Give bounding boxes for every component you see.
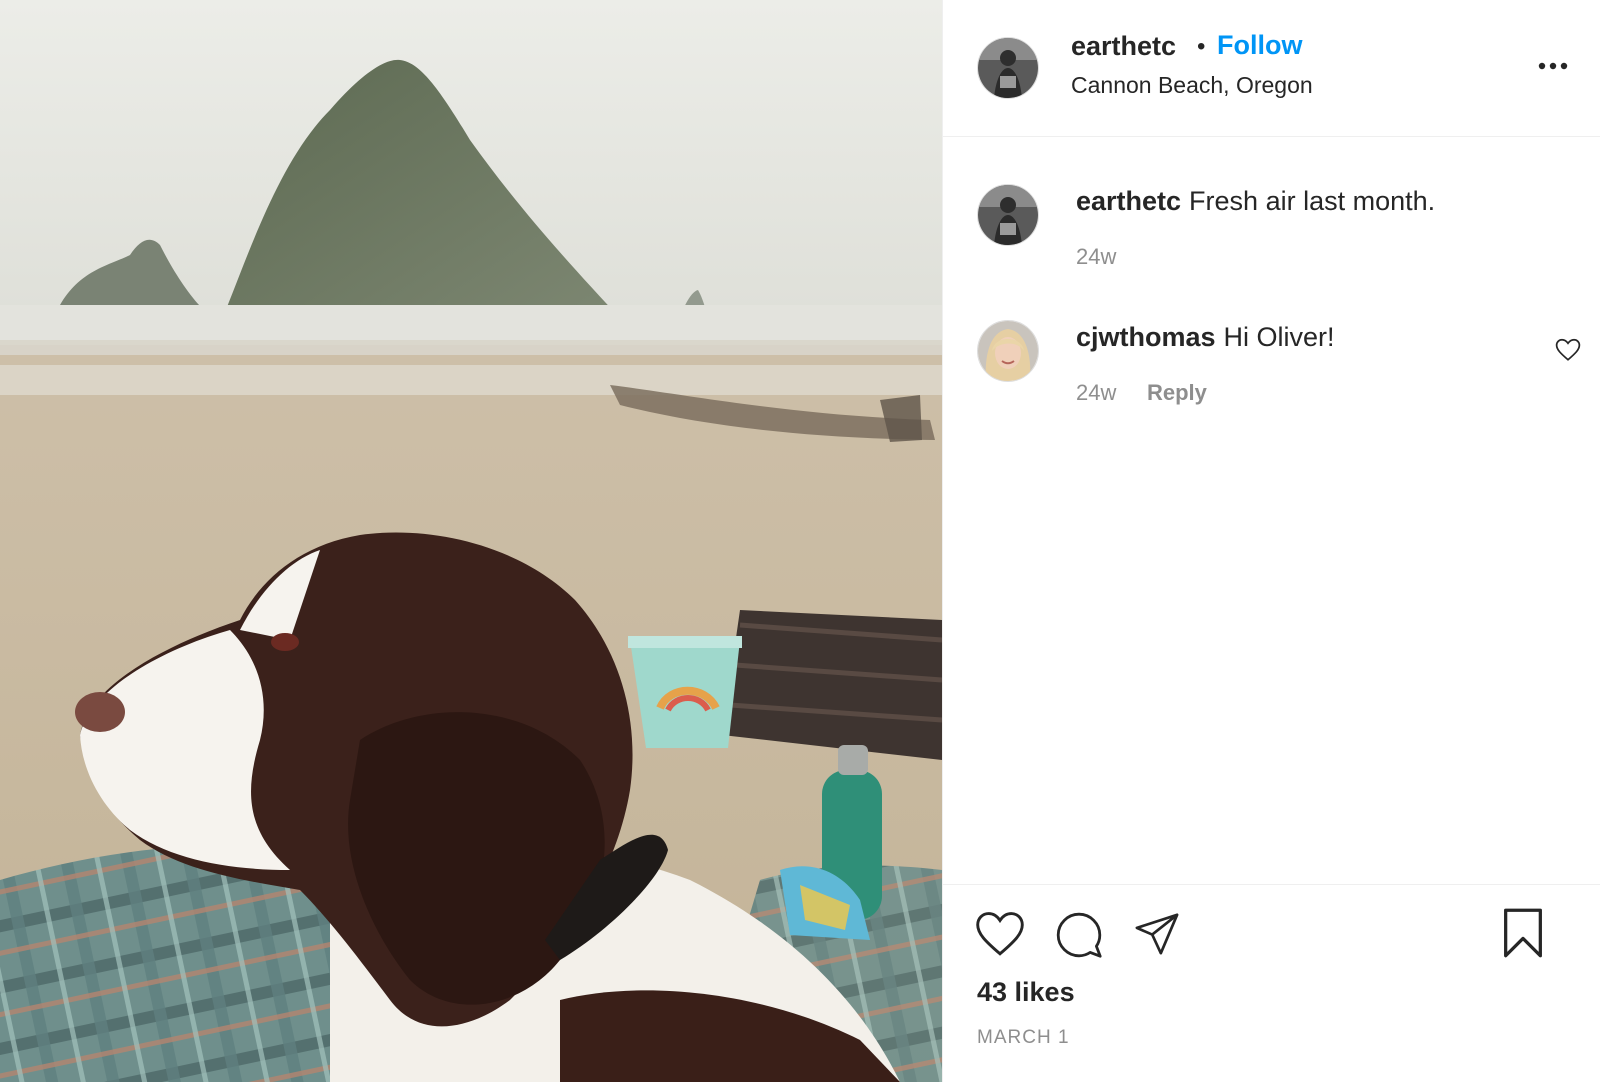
follow-button[interactable]: Follow (1217, 30, 1302, 61)
commenter-avatar[interactable] (977, 320, 1039, 382)
comment-icon[interactable] (1055, 911, 1103, 959)
caption-username[interactable]: earthetc (1076, 186, 1181, 216)
author-avatar-small[interactable] (977, 184, 1039, 246)
caption-age[interactable]: 24w (1076, 244, 1116, 270)
post-date[interactable]: MARCH 1 (977, 1027, 1070, 1049)
comment-age[interactable]: 24w (1076, 380, 1116, 406)
author-avatar[interactable] (977, 37, 1039, 99)
post-actions-footer: 43 likes MARCH 1 (943, 884, 1600, 1082)
beach-dog-photo (0, 0, 942, 1082)
author-avatar-image (978, 185, 1038, 245)
reply-button[interactable]: Reply (1147, 380, 1207, 406)
comment-body: Hi Oliver! (1223, 322, 1335, 352)
post-header: earthetc • Follow Cannon Beach, Oregon (943, 0, 1600, 137)
comment-text: cjwthomas Hi Oliver! (1076, 322, 1335, 353)
more-options-icon[interactable] (1536, 56, 1570, 76)
commenter-avatar-image (978, 321, 1038, 381)
share-icon[interactable] (1133, 911, 1181, 957)
post-details-panel: earthetc • Follow Cannon Beach, Oregon e… (942, 0, 1600, 1082)
commenter-username[interactable]: cjwthomas (1076, 322, 1216, 352)
caption-body: Fresh air last month. (1189, 186, 1436, 216)
post-modal: earthetc • Follow Cannon Beach, Oregon e… (0, 0, 1600, 1082)
comment-heart-icon[interactable] (1555, 338, 1581, 362)
likes-count[interactable]: 43 likes (977, 977, 1075, 1008)
author-username[interactable]: earthetc (1071, 31, 1176, 62)
post-location[interactable]: Cannon Beach, Oregon (1071, 72, 1313, 99)
author-avatar-image (978, 38, 1038, 98)
bookmark-icon[interactable] (1501, 907, 1545, 959)
heart-icon[interactable] (975, 911, 1025, 957)
post-photo[interactable] (0, 0, 942, 1082)
caption-text: earthetc Fresh air last month. (1076, 186, 1435, 217)
separator-dot: • (1197, 33, 1206, 60)
